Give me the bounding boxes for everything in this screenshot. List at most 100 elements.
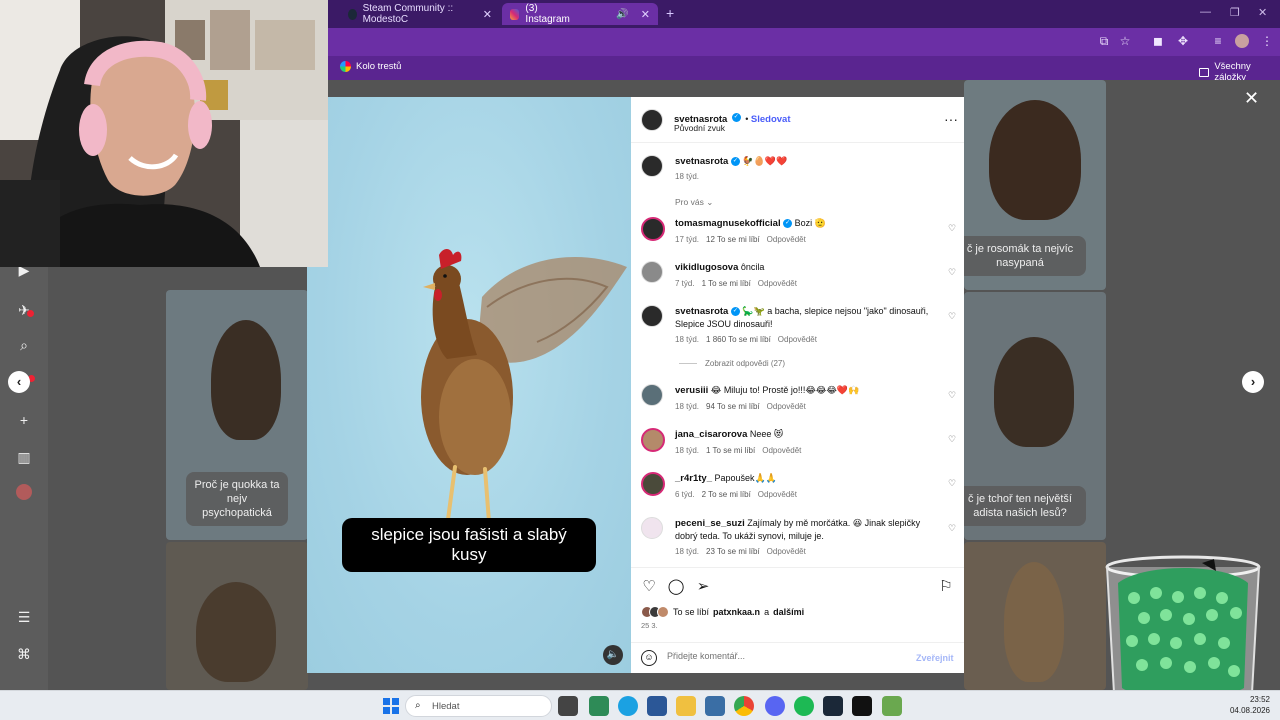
close-icon[interactable]: ✕ — [483, 8, 492, 21]
like-comment-heart-icon[interactable]: ♡ — [947, 223, 957, 233]
tab-instagram[interactable]: (3) Instagram 🔊 ✕ — [502, 3, 658, 25]
minecraft-icon[interactable] — [882, 696, 902, 716]
commenter-avatar[interactable] — [641, 384, 663, 406]
media-icon[interactable]: ≡ — [1211, 34, 1225, 48]
unmute-button[interactable]: 🔈 — [603, 645, 623, 665]
reply-button[interactable]: Odpovědět — [758, 490, 797, 499]
chrome-icon[interactable] — [734, 696, 754, 716]
comment-username[interactable]: vikidlugosova — [675, 262, 738, 273]
extension-icon[interactable]: ◼ — [1151, 34, 1165, 48]
comment-likes[interactable]: 12 To se mi líbí — [706, 235, 760, 244]
author-avatar[interactable] — [641, 109, 663, 131]
comment-likes[interactable]: 1 To se mi líbí — [706, 446, 755, 455]
more-menu-icon[interactable]: ☰ — [14, 607, 34, 627]
bookmark-star-icon[interactable]: ☆ — [1118, 34, 1132, 48]
reply-button[interactable]: Odpovědět — [767, 402, 806, 411]
more-options-icon[interactable]: ··· — [944, 111, 958, 127]
comment-username[interactable]: tomasmagnusekofficial — [675, 218, 781, 229]
save-bookmark-icon[interactable]: ⚐ — [937, 578, 955, 596]
start-windows-icon[interactable] — [381, 696, 401, 716]
commenter-avatar[interactable] — [641, 517, 663, 539]
comment-username[interactable]: svetnasrota — [675, 306, 728, 317]
like-comment-heart-icon[interactable]: ♡ — [947, 267, 957, 277]
comment-likes[interactable]: 1 To se mi líbí — [702, 279, 751, 288]
search-icon[interactable]: ⌕ — [14, 335, 34, 355]
install-app-icon[interactable]: ⧉ — [1097, 34, 1111, 48]
comment-username[interactable]: jana_cisarorova — [675, 429, 747, 440]
profile-avatar-icon[interactable] — [1235, 34, 1249, 48]
edge-browser-icon[interactable] — [618, 696, 638, 716]
likes-others[interactable]: dalšími — [773, 607, 804, 617]
comment-input[interactable] — [667, 651, 897, 661]
caption-author-avatar[interactable] — [641, 155, 663, 177]
close-window-icon[interactable]: ✕ — [1258, 6, 1267, 19]
commenter-avatar[interactable] — [641, 428, 665, 452]
profile-icon[interactable] — [16, 484, 32, 500]
commenter-avatar[interactable] — [641, 261, 663, 283]
background-card-wolverine[interactable]: č je rosomák ta nejvíc nasypaná — [964, 80, 1106, 290]
emoji-icon[interactable]: ☺ — [641, 650, 657, 666]
reply-button[interactable]: Odpovědět — [778, 335, 817, 344]
commenter-avatar[interactable] — [641, 305, 663, 327]
comment-likes[interactable]: 23 To se mi líbí — [706, 547, 760, 556]
file-explorer-icon[interactable] — [676, 696, 696, 716]
maximize-icon[interactable]: ❐ — [1230, 6, 1240, 19]
comment-username[interactable]: peceni_se_suzi — [675, 518, 745, 529]
original-audio-link[interactable]: Původní zvuk — [674, 123, 725, 133]
comment-username[interactable]: verusiii — [675, 385, 708, 396]
like-comment-heart-icon[interactable]: ♡ — [947, 390, 957, 400]
minimize-icon[interactable]: — — [1200, 6, 1211, 18]
tab-steam-community[interactable]: Steam Community :: ModestoC ✕ — [340, 3, 500, 25]
create-icon[interactable]: + — [14, 410, 34, 430]
liker-username[interactable]: patxnkaa.n — [713, 607, 760, 617]
background-card-ferret[interactable]: č je tchoř ten největší adista našich le… — [964, 292, 1106, 540]
mail-icon[interactable] — [705, 696, 725, 716]
steam-icon[interactable] — [823, 696, 843, 716]
like-comment-heart-icon[interactable]: ♡ — [947, 523, 957, 533]
bookmark-kolo-trestu[interactable]: Kolo trestů — [340, 61, 401, 72]
discord-icon[interactable] — [765, 696, 785, 716]
commenter-avatar[interactable] — [641, 472, 665, 496]
apps-icon[interactable]: ⌘ — [14, 644, 34, 664]
publish-button[interactable]: Zveřejnit — [916, 653, 954, 663]
task-view-icon[interactable] — [558, 696, 578, 716]
commenter-avatar[interactable] — [641, 217, 665, 241]
speaker-icon[interactable]: 🔊 — [616, 9, 628, 20]
previous-arrow-button[interactable]: ‹ — [8, 371, 30, 393]
close-modal-icon[interactable]: ✕ — [1244, 88, 1259, 109]
background-card-hare[interactable] — [166, 542, 308, 690]
comment-bubble-icon[interactable]: ◯ — [667, 578, 685, 596]
puzzle-icon[interactable]: ✥ — [1176, 34, 1190, 48]
next-arrow-button[interactable]: › — [1242, 371, 1264, 393]
comment-likes[interactable]: 2 To se mi líbí — [702, 490, 751, 499]
like-heart-icon[interactable]: ♡ — [640, 578, 658, 596]
comment-filter-dropdown[interactable]: Pro vás ⌄ — [675, 197, 713, 208]
comment-likes[interactable]: 1 860 To se mi líbí — [706, 335, 771, 344]
menu-kebab-icon[interactable]: ⋮ — [1260, 34, 1274, 48]
like-comment-heart-icon[interactable]: ♡ — [947, 434, 957, 444]
terminal-app-icon[interactable] — [589, 696, 609, 716]
background-card-quokka[interactable]: Proč je quokka ta nejv psychopatická — [166, 290, 308, 540]
reel-video[interactable]: slepice jsou fašisti a slabý kusy 🔈 — [307, 97, 631, 673]
taskbar-search[interactable]: ⌕ Hledat — [405, 695, 552, 717]
store-icon[interactable] — [647, 696, 667, 716]
spotify-icon[interactable] — [794, 696, 814, 716]
epic-games-icon[interactable] — [852, 696, 872, 716]
view-replies-button[interactable]: Zobrazit odpovědi (27) — [679, 359, 785, 368]
like-comment-heart-icon[interactable]: ♡ — [947, 478, 957, 488]
reply-button[interactable]: Odpovědět — [767, 235, 806, 244]
close-icon[interactable]: ✕ — [641, 8, 650, 21]
new-tab-icon[interactable]: + — [666, 5, 674, 21]
background-card-meerkat[interactable] — [964, 542, 1106, 690]
reply-button[interactable]: Odpovědět — [758, 279, 797, 288]
share-send-icon[interactable]: ➢ — [694, 578, 712, 596]
comment-likes[interactable]: 94 To se mi líbí — [706, 402, 760, 411]
follow-button[interactable]: Sledovat — [751, 114, 791, 125]
like-comment-heart-icon[interactable]: ♡ — [947, 311, 957, 321]
reply-button[interactable]: Odpovědět — [762, 446, 801, 455]
reply-button[interactable]: Odpovědět — [767, 547, 806, 556]
caption-username[interactable]: svetnasrota — [675, 156, 728, 167]
system-clock[interactable]: 23:52 04.08.2026 — [1226, 694, 1270, 716]
dashboard-icon[interactable]: ▥ — [14, 447, 34, 467]
likes-summary[interactable]: To se líbí patxnkaa.n a dalšími — [641, 606, 804, 618]
